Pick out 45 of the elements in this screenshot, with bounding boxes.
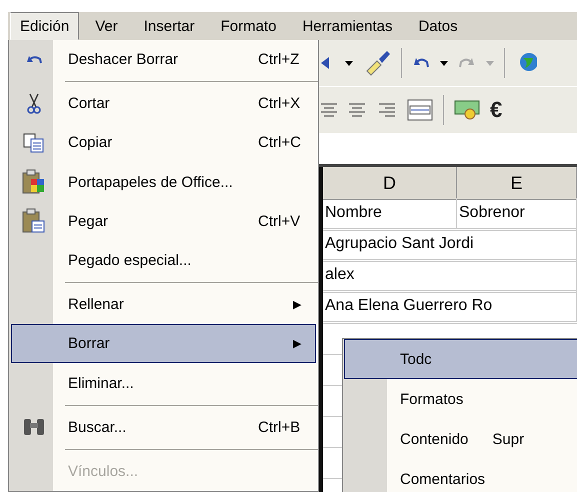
merge-center-icon[interactable] [407, 99, 433, 121]
menu-item[interactable]: Borrar ▶ [11, 324, 316, 364]
menu-item[interactable]: Portapapeles de Office... [11, 162, 316, 202]
currency-icon[interactable] [454, 99, 480, 121]
menu-item[interactable]: Pegado especial... [11, 240, 316, 280]
menu-item[interactable]: Cortar Ctrl+X [11, 84, 316, 124]
menu-item[interactable]: Comentarios [344, 459, 577, 492]
menu-bar-item[interactable]: Ver [85, 12, 128, 40]
menu-item[interactable]: Contenido Supr [344, 419, 577, 459]
menu-item[interactable]: Formatos [344, 379, 577, 419]
menu-item[interactable]: Pegar Ctrl+V [11, 202, 316, 241]
menu-bar-item[interactable]: Herramientas [292, 12, 402, 40]
menu-bar-item[interactable]: Datos [408, 12, 468, 40]
menu-item[interactable]: Copiar Ctrl+C [11, 123, 316, 163]
undo-icon[interactable] [412, 56, 430, 70]
binoculars-icon [22, 418, 46, 436]
menu-item[interactable]: Deshacer Borrar Ctrl+Z [11, 40, 316, 80]
undo-icon [25, 54, 43, 66]
clipboard-icon [22, 169, 46, 196]
dropdown-caret-icon[interactable] [440, 60, 448, 66]
menu-bar-item[interactable]: Formato [210, 12, 286, 40]
table-cell: Ana Elena Guerrero Ro [323, 291, 577, 322]
copy-icon [23, 132, 45, 153]
menu-bar-item[interactable]: Insertar [134, 12, 205, 40]
submenu-arrow-icon: ▶ [293, 298, 301, 312]
submenu-arrow-icon: ▶ [293, 337, 301, 350]
menu-item[interactable]: Rellenar ▶ [11, 285, 316, 324]
column-header[interactable]: E [457, 167, 577, 200]
menu-item[interactable]: Todc [344, 339, 577, 379]
menu-item[interactable]: Eliminar... [11, 363, 316, 403]
table-cell: Sobrenor [457, 198, 577, 229]
align-right-icon[interactable] [377, 103, 397, 117]
table-cell: alex [323, 260, 577, 291]
menu-bar-item[interactable]: Edición [10, 12, 80, 40]
paste-icon [22, 208, 46, 234]
dropdown-caret-icon[interactable] [345, 60, 353, 66]
align-center-icon[interactable] [347, 103, 367, 117]
scissors-icon [27, 92, 41, 115]
menu-item[interactable]: Buscar... Ctrl+B [11, 408, 316, 447]
column-header[interactable]: D [323, 167, 457, 200]
formula-bar[interactable] [319, 134, 577, 167]
table-cell: Agrupacio Sant Jordi [323, 229, 577, 260]
align-center-icon[interactable] [321, 103, 337, 117]
euro-button[interactable]: € [490, 97, 502, 123]
table-cell: Nombre [323, 198, 457, 229]
